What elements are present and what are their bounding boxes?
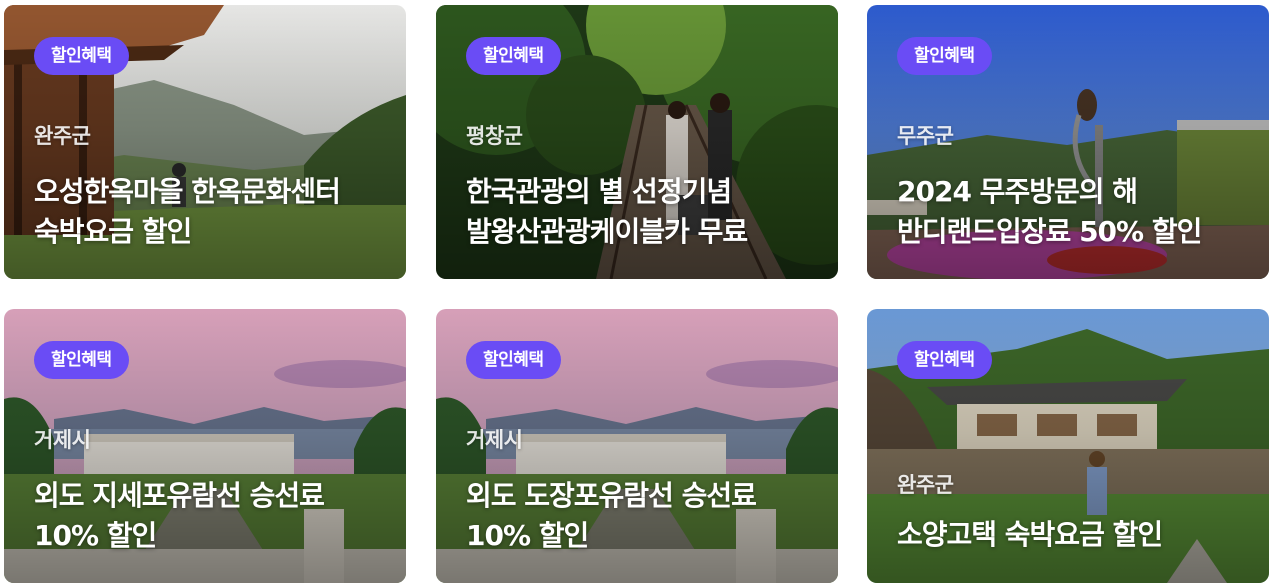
discount-badge: 할인혜택 — [897, 37, 992, 75]
card-title-line: 10% 할인 — [34, 519, 157, 552]
region-label: 거제시 — [466, 428, 523, 452]
card-title-line: 발왕산관광케이블카 무료 — [466, 215, 748, 248]
discount-card[interactable]: 할인혜택 거제시 외도 도장포유람선 승선료 10% 할인 — [436, 309, 838, 583]
discount-card-grid: 할인혜택 완주군 오성한옥마을 한옥문화센터 숙박요금 할인 할인혜택 평창군 — [0, 0, 1275, 587]
region-label: 무주군 — [897, 124, 954, 148]
card-title-line: 2024 무주방문의 해 — [897, 175, 1138, 208]
discount-card[interactable]: 할인혜택 평창군 한국관광의 별 선정기념 발왕산관광케이블카 무료 — [436, 5, 838, 279]
discount-badge: 할인혜택 — [466, 37, 561, 75]
region-label: 완주군 — [897, 473, 954, 497]
discount-card[interactable]: 할인혜택 완주군 소양고택 숙박요금 할인 — [867, 309, 1269, 583]
card-title: 오성한옥마을 한옥문화센터 숙박요금 할인 — [34, 172, 390, 252]
card-title: 한국관광의 별 선정기념 발왕산관광케이블카 무료 — [466, 172, 822, 252]
card-title: 2024 무주방문의 해 반디랜드입장료 50% 할인 — [897, 172, 1253, 252]
card-title: 외도 지세포유람선 승선료 10% 할인 — [34, 476, 390, 556]
region-label: 거제시 — [34, 428, 91, 452]
card-title-line: 외도 도장포유람선 승선료 — [466, 479, 757, 512]
card-title-line: 반디랜드입장료 50% 할인 — [897, 215, 1202, 248]
discount-card[interactable]: 할인혜택 무주군 2024 무주방문의 해 반디랜드입장료 50% 할인 — [867, 5, 1269, 279]
discount-card[interactable]: 할인혜택 거제시 외도 지세포유람선 승선료 10% 할인 — [4, 309, 406, 583]
card-title-line: 외도 지세포유람선 승선료 — [34, 479, 325, 512]
card-title-line: 10% 할인 — [466, 519, 589, 552]
card-title-line: 소양고택 숙박요금 할인 — [897, 518, 1163, 551]
card-title-line: 숙박요금 할인 — [34, 215, 192, 248]
discount-badge: 할인혜택 — [897, 341, 992, 379]
card-title: 외도 도장포유람선 승선료 10% 할인 — [466, 476, 822, 556]
card-title: 소양고택 숙박요금 할인 — [897, 515, 1253, 555]
card-title-line: 오성한옥마을 한옥문화센터 — [34, 175, 341, 208]
discount-badge: 할인혜택 — [34, 37, 129, 75]
discount-badge: 할인혜택 — [34, 341, 129, 379]
discount-badge: 할인혜택 — [466, 341, 561, 379]
region-label: 평창군 — [466, 124, 523, 148]
discount-card[interactable]: 할인혜택 완주군 오성한옥마을 한옥문화센터 숙박요금 할인 — [4, 5, 406, 279]
card-title-line: 한국관광의 별 선정기념 — [466, 175, 732, 208]
region-label: 완주군 — [34, 124, 91, 148]
